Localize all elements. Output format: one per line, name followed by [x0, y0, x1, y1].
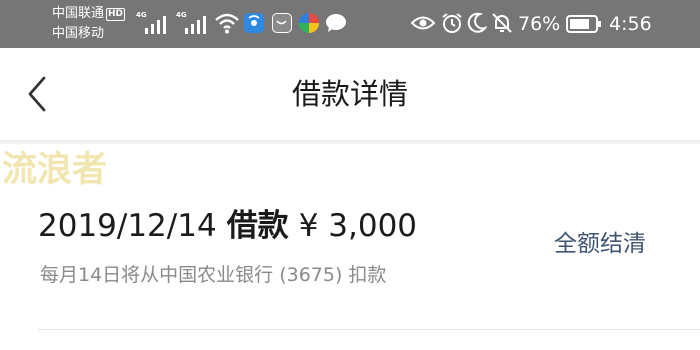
repayment-note: 每月14日将从中国农业银行 (3675) 扣款 [40, 264, 387, 286]
battery-icon [566, 15, 601, 33]
app-icon-bag [272, 13, 292, 33]
app-icon-colorful [299, 13, 319, 33]
carrier-primary: 中国联通 HD [52, 6, 126, 22]
loan-amount: ¥ 3,000 [298, 208, 418, 244]
mute-bell-icon [492, 13, 512, 33]
signal-bars-icon [145, 16, 166, 34]
page-title: 借款详情 [291, 77, 408, 111]
loan-type: 借款 [226, 208, 289, 244]
moon-icon [467, 12, 487, 33]
clock-time: 4:56 [609, 13, 652, 35]
battery-percent: 76% [518, 13, 561, 35]
loan-date: 2019/12/14 [38, 208, 217, 244]
eye-icon [411, 16, 435, 30]
wifi-icon [215, 13, 239, 34]
loan-detail-card: 流浪者 2019/12/14 借款 ¥ 3,000 每月14日将从中国农业银行 (3… [0, 144, 700, 350]
divider [38, 329, 700, 330]
status-bar: 中国联通 HD 中国移动 4G 4G 76% 4:56 [0, 0, 700, 48]
carrier-secondary: 中国移动 [52, 26, 105, 41]
alarm-icon [442, 13, 462, 33]
hd-badge: HD [106, 8, 126, 21]
full-payoff-button[interactable]: 全额结清 [554, 228, 646, 260]
signal-bars-icon [185, 16, 206, 34]
app-icon-blue [244, 13, 264, 33]
watermark-text: 流浪者 [2, 150, 108, 190]
carrier-primary-label: 中国联通 [52, 6, 105, 21]
chat-bubble-icon [326, 14, 346, 32]
loan-summary: 2019/12/14 借款 ¥ 3,000 [38, 206, 417, 246]
nav-bar: 借款详情 [0, 48, 700, 142]
